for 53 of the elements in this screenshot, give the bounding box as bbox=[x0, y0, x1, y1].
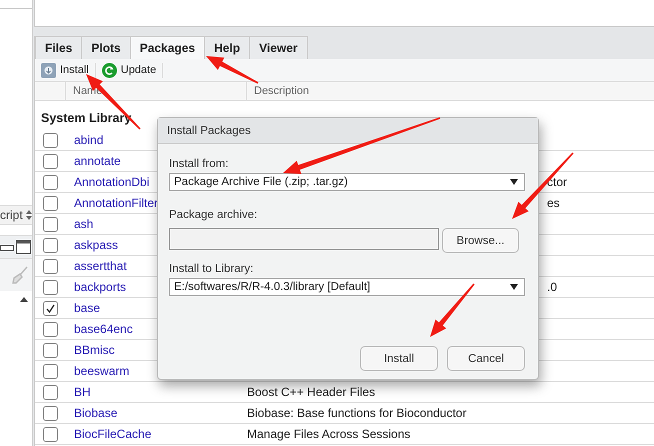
pane-tab[interactable]: Viewer bbox=[249, 36, 308, 59]
package-description: .0 bbox=[547, 280, 558, 294]
dropdown-arrow-icon bbox=[510, 179, 518, 185]
maximize-icon[interactable] bbox=[16, 240, 31, 254]
package-checkbox[interactable] bbox=[43, 426, 58, 442]
package-checkbox[interactable] bbox=[43, 174, 58, 190]
cancel-button[interactable]: Cancel bbox=[447, 346, 525, 371]
package-link[interactable]: Biobase bbox=[74, 406, 247, 420]
source-type-menu[interactable]: cript bbox=[0, 205, 32, 225]
package-description: Boost C++ Header Files bbox=[247, 385, 376, 399]
package-checkbox[interactable] bbox=[43, 258, 58, 274]
package-checkbox[interactable] bbox=[43, 154, 58, 168]
package-checkbox[interactable] bbox=[43, 300, 58, 316]
install-button[interactable]: Install bbox=[41, 62, 96, 78]
minimize-icon[interactable] bbox=[0, 243, 14, 251]
package-checkbox[interactable] bbox=[43, 384, 58, 400]
dropdown-arrow-icon bbox=[510, 284, 518, 290]
library-dropdown[interactable]: E:/softwares/R/R-4.0.3/library [Default] bbox=[169, 278, 525, 296]
field-label: Package archive: bbox=[169, 209, 258, 223]
install-from-dropdown[interactable]: Package Archive File (.zip; .tar.gz) bbox=[169, 173, 525, 191]
package-link[interactable]: BiocFileCache bbox=[74, 427, 247, 441]
download-icon bbox=[41, 62, 56, 78]
install-button[interactable]: Install bbox=[360, 346, 438, 371]
package-checkbox[interactable] bbox=[43, 132, 58, 148]
checkmark-icon bbox=[46, 304, 55, 312]
package-description: Manage Files Across Sessions bbox=[247, 427, 410, 441]
archive-path-field[interactable] bbox=[169, 228, 439, 250]
pointer-arrow bbox=[206, 56, 258, 84]
package-checkbox[interactable] bbox=[43, 322, 58, 336]
pane-tab[interactable]: Plots bbox=[81, 36, 131, 59]
scroll-up-icon[interactable] bbox=[20, 297, 28, 302]
pointer-arrow bbox=[430, 284, 475, 337]
package-checkbox[interactable] bbox=[43, 196, 58, 210]
package-description: Biobase: Base functions for Bioconductor bbox=[247, 406, 466, 420]
field-label: Install from: bbox=[169, 158, 230, 172]
package-checkbox[interactable] bbox=[43, 406, 58, 420]
package-checkbox[interactable] bbox=[43, 364, 58, 378]
pane-tab[interactable]: Help bbox=[204, 36, 250, 59]
package-checkbox[interactable] bbox=[43, 216, 58, 232]
dialog-title: Install Packages bbox=[158, 118, 538, 144]
up-down-caret-icon bbox=[26, 210, 32, 220]
pane-tab[interactable]: Packages bbox=[130, 36, 206, 59]
update-button[interactable]: Update bbox=[102, 62, 164, 78]
pane-tab[interactable]: Files bbox=[35, 36, 82, 59]
browse-button[interactable]: Browse... bbox=[442, 228, 519, 253]
refresh-icon bbox=[102, 62, 117, 78]
pointer-arrow bbox=[512, 152, 574, 219]
package-checkbox[interactable] bbox=[43, 238, 58, 252]
field-label: Install to Library: bbox=[169, 263, 254, 277]
package-checkbox[interactable] bbox=[43, 280, 58, 294]
package-link[interactable]: BH bbox=[74, 385, 247, 399]
package-checkbox[interactable] bbox=[43, 342, 58, 358]
package-description: es bbox=[547, 196, 560, 210]
